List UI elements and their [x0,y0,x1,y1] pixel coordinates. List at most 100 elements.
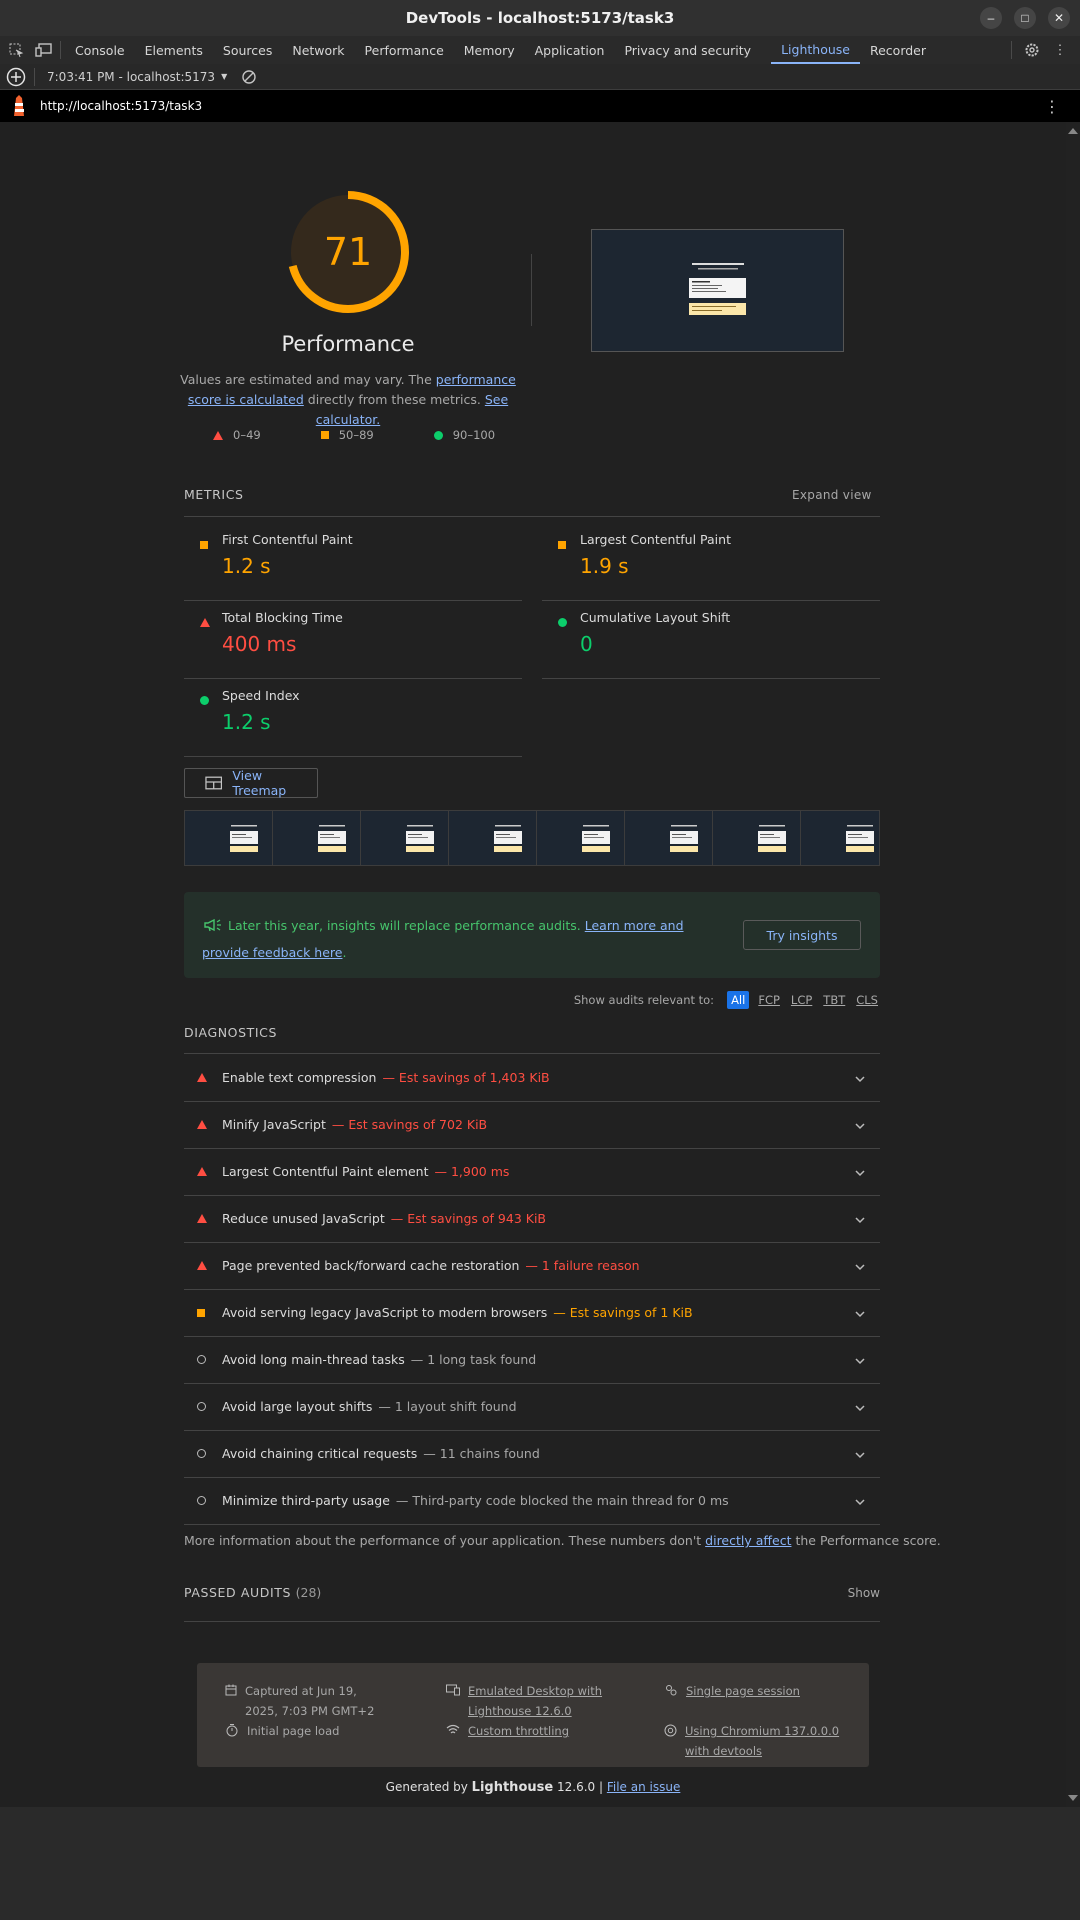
view-treemap-button[interactable]: View Treemap [184,768,318,798]
chevron-down-icon[interactable] [854,1306,866,1321]
generated-version: 12.6.0 | [553,1780,607,1794]
audit-row[interactable]: Minimize third-party usage — Third-party … [184,1477,880,1525]
performance-score-gauge[interactable]: 71 [280,184,416,320]
custom-throttling-link[interactable]: Custom throttling [468,1721,569,1741]
final-screenshot[interactable] [591,229,844,352]
tab-sources[interactable]: Sources [213,36,282,64]
wifi-icon [446,1721,460,1741]
audit-detail: — Est savings of 702 KiB [331,1117,488,1132]
tab-lighthouse[interactable]: Lighthouse [771,36,860,64]
runtime-settings: Captured at Jun 19, 2025, 7:03 PM GMT+2 … [197,1663,869,1767]
show-passed-toggle[interactable]: Show [848,1586,880,1600]
metric-speed-index: Speed Index 1.2 s [184,678,522,757]
close-window-button[interactable]: ✕ [1048,7,1070,29]
report-url: http://localhost:5173/task3 [40,99,203,113]
chevron-down-icon[interactable] [854,1353,866,1368]
new-report-icon[interactable] [6,67,26,87]
chevron-down-icon[interactable] [854,1259,866,1274]
tab-performance[interactable]: Performance [355,36,454,64]
treemap-icon [205,776,223,790]
inspect-element-icon[interactable] [4,40,28,60]
filter-cls[interactable]: CLS [854,992,880,1008]
chevron-down-icon[interactable] [854,1494,866,1509]
audit-row[interactable]: Avoid chaining critical requests — 11 cha… [184,1430,880,1478]
tab-application[interactable]: Application [525,36,615,64]
filter-label: Show audits relevant to: [573,993,715,1007]
audit-row[interactable]: Minify JavaScript — Est savings of 702 Ki… [184,1101,880,1149]
expand-view-toggle[interactable]: Expand view [792,488,872,502]
filter-tbt[interactable]: TBT [821,992,847,1008]
chevron-down-icon[interactable] [854,1071,866,1086]
metric-label: Total Blocking Time [222,610,343,625]
megaphone-icon [204,918,221,932]
filter-fcp[interactable]: FCP [756,992,782,1008]
separator [1011,41,1012,59]
clear-reports-icon[interactable] [241,69,257,85]
passed-audits-title[interactable]: PASSED AUDITS (28) [184,1585,321,1600]
filmstrip-frame [185,811,273,865]
settings-gear-icon[interactable] [1020,40,1044,60]
insights-banner: Later this year, insights will replace p… [184,892,880,978]
divider [184,1621,880,1622]
audit-detail: — Est savings of 1,403 KiB [382,1070,550,1085]
more-info-text: More information about the performance o… [184,1533,941,1548]
legend-label: 50–89 [338,428,374,442]
passed-audits-count: (28) [295,1585,322,1600]
filter-lcp[interactable]: LCP [789,992,814,1008]
filmstrip-frame [713,811,801,865]
maximize-button[interactable]: □ [1014,7,1036,29]
chevron-down-icon[interactable] [854,1212,866,1227]
single-page-session-link[interactable]: Single page session [686,1681,800,1701]
average-square-icon [197,1308,217,1317]
file-issue-link[interactable]: File an issue [607,1780,681,1794]
try-insights-button[interactable]: Try insights [743,920,861,950]
metric-value: 0 [580,632,593,656]
lighthouse-report: 71 Performance Values are estimated and … [0,122,1066,1807]
tab-privacy-and-security[interactable]: Privacy and security [614,36,761,64]
chevron-down-icon[interactable] [854,1165,866,1180]
chevron-down-icon[interactable] [854,1400,866,1415]
audit-row[interactable]: Page prevented back/forward cache restor… [184,1242,880,1290]
audit-title: Page prevented back/forward cache restor… [222,1258,520,1273]
browser-version: Using Chromium 137.0.0.0 with devtools [664,1721,860,1761]
audit-row[interactable]: Avoid long main-thread tasks — 1 long tas… [184,1336,880,1384]
filmstrip-frame [537,811,625,865]
scroll-down-arrow[interactable] [1068,1795,1078,1801]
filmstrip [184,810,880,866]
scroll-up-arrow[interactable] [1068,128,1078,134]
tab-network[interactable]: Network [282,36,354,64]
metric-label: Cumulative Layout Shift [580,610,731,625]
filter-all[interactable]: All [727,991,750,1009]
tab-console[interactable]: Console [65,36,135,64]
scrollbar[interactable] [1066,122,1080,1807]
fail-triangle-icon [197,1073,217,1082]
emulated-desktop-link[interactable]: Emulated Desktop with Lighthouse 12.6.0 [468,1681,606,1721]
square-icon [200,536,208,554]
triangle-icon [213,430,223,440]
chevron-down-icon[interactable] [854,1118,866,1133]
more-options-icon[interactable]: ⋮ [1048,40,1072,60]
tab-memory[interactable]: Memory [454,36,525,64]
directly-affect-link[interactable]: directly affect [705,1533,791,1548]
chromium-version-link[interactable]: Using Chromium 137.0.0.0 with devtools [685,1721,860,1761]
triangle-icon [200,614,210,632]
audit-row[interactable]: Avoid large layout shifts — 1 layout shif… [184,1383,880,1431]
window-controls: – □ ✕ [980,7,1070,29]
info-circle-icon [197,1496,217,1505]
chevron-down-icon[interactable] [854,1447,866,1462]
report-url-bar: http://localhost:5173/task3 ⋮ [0,90,1080,122]
window-title: DevTools - localhost:5173/task3 [405,9,675,27]
tab-recorder[interactable]: Recorder [860,36,936,64]
tab-elements[interactable]: Elements [135,36,213,64]
minimize-button[interactable]: – [980,7,1002,29]
report-menu-icon[interactable]: ⋮ [1044,97,1060,116]
audit-row[interactable]: Avoid serving legacy JavaScript to moder… [184,1289,880,1337]
report-selector[interactable]: 7:03:41 PM - localhost:5173 ▼ [47,70,227,84]
audit-title: Avoid chaining critical requests [222,1446,418,1461]
report-selector-label: 7:03:41 PM - localhost:5173 [47,69,216,84]
audit-row[interactable]: Reduce unused JavaScript — Est savings of… [184,1195,880,1243]
device-toolbar-icon[interactable] [32,40,56,60]
audit-row[interactable]: Enable text compression — Est savings of … [184,1054,880,1102]
audit-row[interactable]: Largest Contentful Paint element — 1,900 … [184,1148,880,1196]
generated-prefix: Generated by [385,1780,472,1794]
